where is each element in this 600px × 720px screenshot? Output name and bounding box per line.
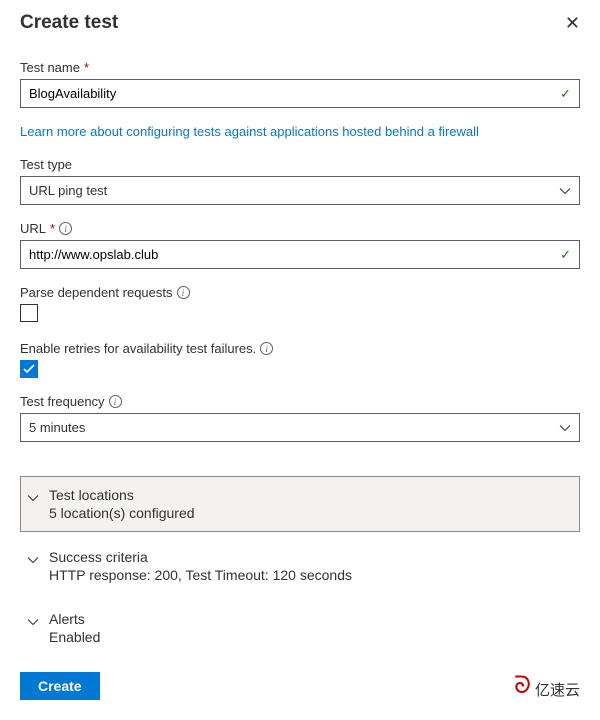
section-title: Alerts — [49, 611, 573, 627]
url-label: URL* i — [20, 221, 580, 236]
close-icon[interactable]: ✕ — [565, 14, 580, 32]
chevron-down-icon[interactable] — [27, 487, 39, 505]
test-name-input-wrap[interactable]: ✓ — [20, 79, 580, 108]
section-title: Test locations — [49, 487, 573, 503]
test-name-input[interactable] — [21, 80, 579, 107]
success-criteria-section[interactable]: Success criteria HTTP response: 200, Tes… — [20, 538, 580, 594]
section-sub: HTTP response: 200, Test Timeout: 120 se… — [49, 567, 573, 583]
url-input[interactable] — [21, 241, 579, 268]
chevron-down-icon[interactable] — [27, 549, 39, 567]
enable-retries-label: Enable retries for availability test fai… — [20, 341, 580, 356]
info-icon[interactable]: i — [59, 222, 72, 235]
test-locations-section[interactable]: Test locations 5 location(s) configured — [20, 476, 580, 532]
test-type-label: Test type — [20, 157, 580, 172]
page-title: Create test — [20, 12, 118, 34]
create-button[interactable]: Create — [20, 672, 100, 700]
test-frequency-label: Test frequency i — [20, 394, 580, 409]
enable-retries-checkbox[interactable] — [20, 360, 38, 378]
test-name-label: Test name* — [20, 60, 580, 75]
section-title: Success criteria — [49, 549, 573, 565]
test-frequency-select[interactable]: 5 minutes — [20, 413, 580, 442]
info-icon[interactable]: i — [260, 342, 273, 355]
chevron-down-icon — [559, 187, 571, 195]
alerts-section[interactable]: Alerts Enabled — [20, 600, 580, 656]
url-input-wrap[interactable]: ✓ — [20, 240, 580, 269]
learn-more-link[interactable]: Learn more about configuring tests again… — [20, 124, 479, 139]
watermark-logo-icon: ᘐ — [514, 672, 531, 700]
chevron-down-icon[interactable] — [27, 611, 39, 629]
info-icon[interactable]: i — [109, 395, 122, 408]
chevron-down-icon — [559, 424, 571, 432]
section-sub: Enabled — [49, 629, 573, 645]
parse-dependent-checkbox[interactable] — [20, 304, 38, 322]
section-sub: 5 location(s) configured — [49, 505, 573, 521]
test-type-select[interactable]: URL ping test — [20, 176, 580, 205]
watermark: ᘐ 亿速云 — [514, 672, 580, 700]
parse-dependent-label: Parse dependent requests i — [20, 285, 580, 300]
info-icon[interactable]: i — [177, 286, 190, 299]
